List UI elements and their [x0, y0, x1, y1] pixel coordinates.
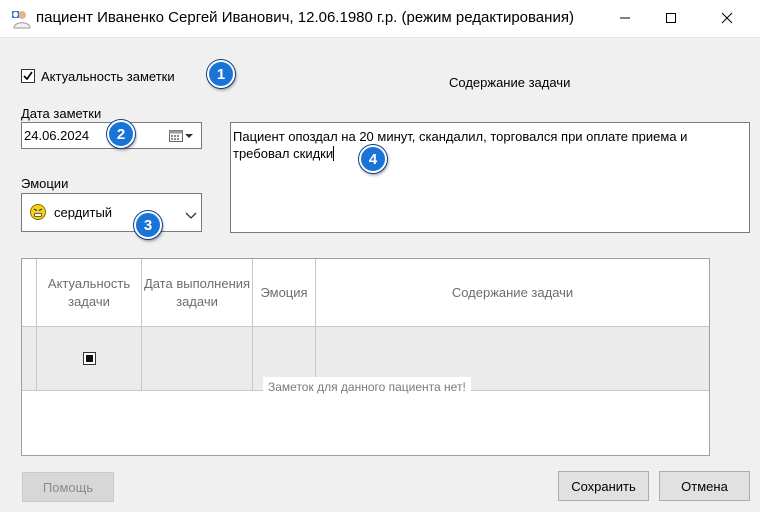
chevron-down-icon: [185, 208, 197, 223]
emotion-value: сердитый: [54, 205, 113, 220]
badge-3: 3: [134, 211, 162, 239]
column-header-content[interactable]: Содержание задачи: [316, 259, 709, 327]
notes-grid[interactable]: Актуальность задачи Дата выполнения зада…: [21, 258, 710, 456]
save-button[interactable]: Сохранить: [558, 471, 649, 501]
close-button[interactable]: [694, 0, 760, 38]
actual-note-checkbox[interactable]: [21, 69, 35, 83]
grid-cell-actuality[interactable]: [37, 327, 142, 391]
date-value: 24.06.2024: [24, 128, 90, 143]
emotion-label: Эмоции: [21, 176, 69, 191]
grid-cell-date[interactable]: [142, 327, 253, 391]
maximize-button[interactable]: [648, 0, 694, 38]
actual-note-label: Актуальность заметки: [41, 69, 175, 84]
minimize-icon: [619, 12, 631, 27]
check-icon: [23, 71, 33, 81]
minimize-button[interactable]: [602, 0, 648, 38]
window-title: пациент Иваненко Сергей Иванович, 12.06.…: [36, 9, 574, 26]
cancel-button[interactable]: Отмена: [659, 471, 750, 501]
content-value: Пациент опоздал на 20 минут, скандалил, …: [233, 129, 688, 161]
title-bar: пациент Иваненко Сергей Иванович, 12.06.…: [0, 0, 760, 38]
row-indicator[interactable]: [22, 327, 37, 391]
grid-checkbox[interactable]: [83, 352, 96, 368]
date-label: Дата заметки: [21, 106, 102, 121]
badge-1: 1: [207, 60, 235, 88]
emotion-select[interactable]: сердитый: [21, 193, 202, 232]
maximize-icon: [665, 12, 677, 27]
content-label: Содержание задачи: [449, 75, 571, 90]
close-icon: [721, 12, 733, 27]
empty-grid-message: Заметок для данного пациента нет!: [263, 377, 471, 397]
column-header-date[interactable]: Дата выполнения задачи: [142, 259, 253, 327]
column-header-actuality[interactable]: Актуальность задачи: [37, 259, 142, 327]
badge-4: 4: [359, 145, 387, 173]
patient-app-icon: [10, 9, 32, 29]
row-indicator-header: [22, 259, 37, 327]
calendar-icon[interactable]: [168, 128, 196, 147]
badge-2: 2: [107, 120, 135, 148]
text-caret: [333, 146, 335, 161]
column-header-emotion[interactable]: Эмоция: [253, 259, 316, 327]
angry-face-icon: [29, 203, 47, 224]
content-textarea[interactable]: Пациент опоздал на 20 минут, скандалил, …: [230, 122, 750, 233]
help-button[interactable]: Помощь: [22, 472, 114, 502]
